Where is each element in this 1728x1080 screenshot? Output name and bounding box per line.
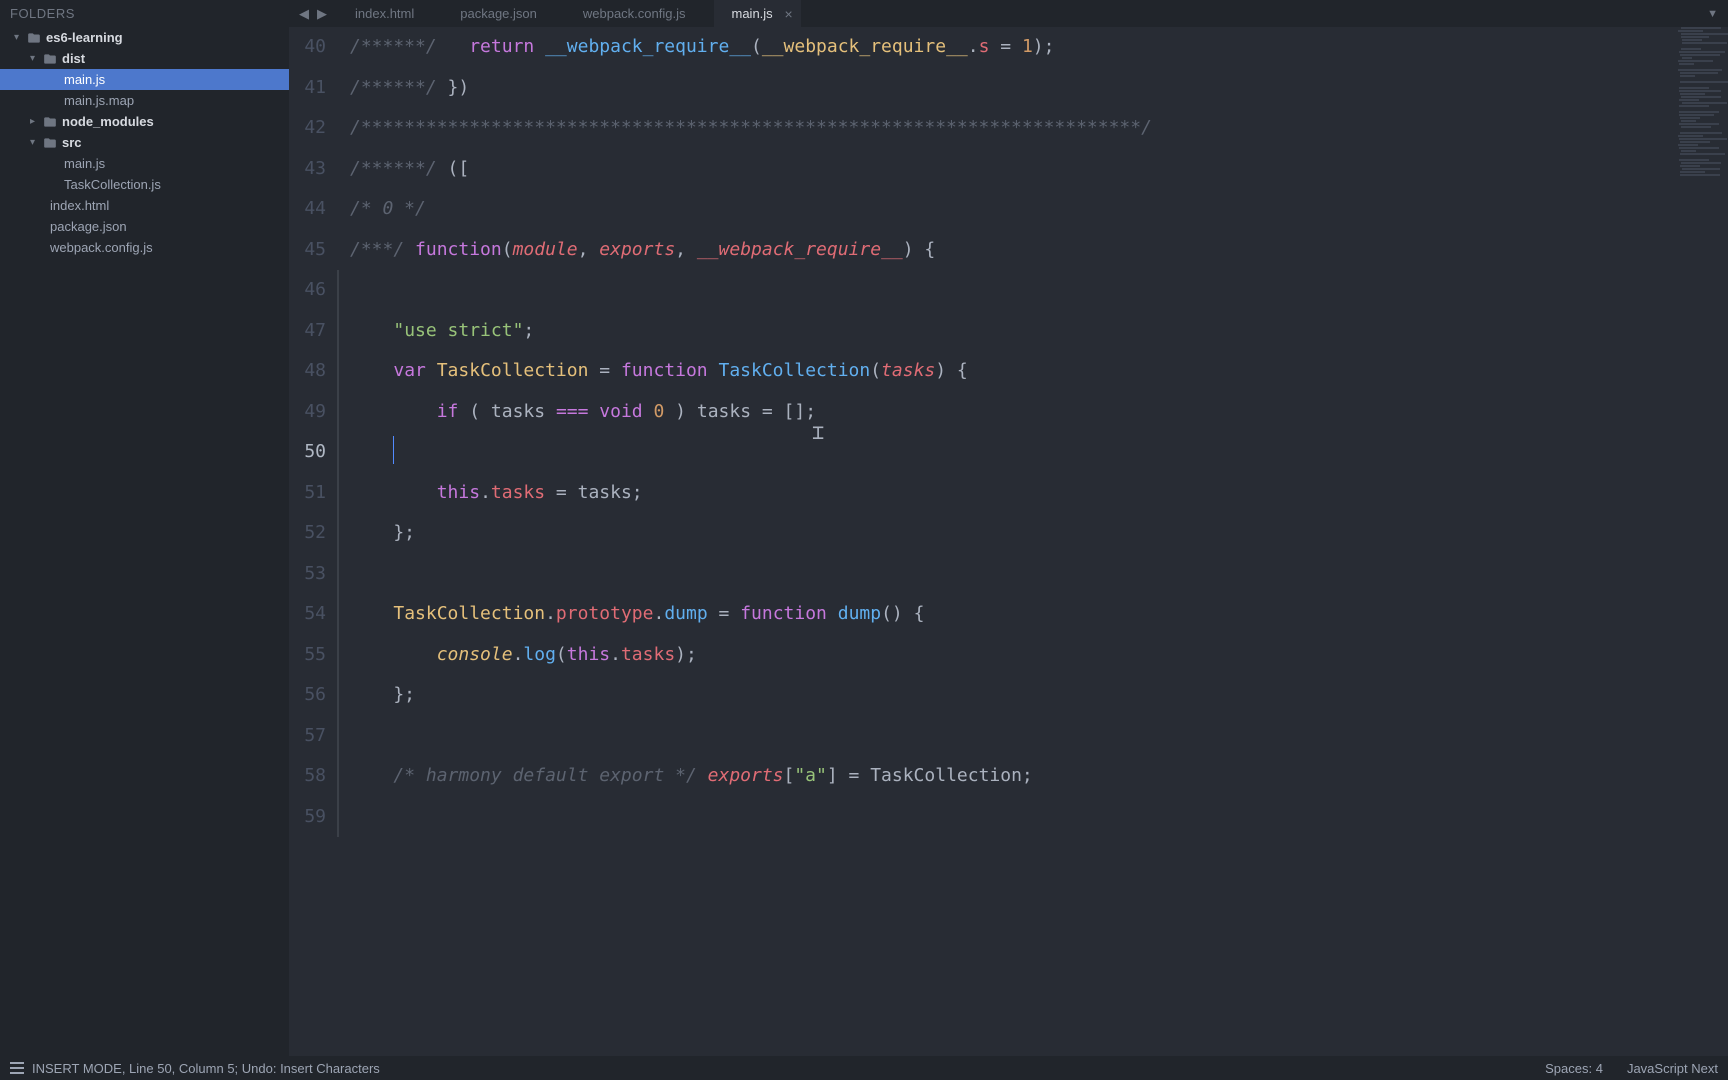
chevron-down-icon[interactable]: ▾ xyxy=(30,137,42,148)
tab-index-html[interactable]: index.html× xyxy=(337,0,442,27)
line-number: 43 xyxy=(289,149,332,190)
code-line[interactable]: if ( tasks === void 0 ) tasks = []; xyxy=(350,392,1728,433)
code-line[interactable]: /***************************************… xyxy=(350,108,1728,149)
tab-label: index.html xyxy=(355,6,414,21)
folder-icon xyxy=(42,52,58,66)
line-number: 59 xyxy=(289,797,332,838)
tree-label: main.js xyxy=(64,156,105,171)
tree-label: node_modules xyxy=(62,114,154,129)
tree-label: es6-learning xyxy=(46,30,123,45)
code-line[interactable]: /***/ function(module, exports, __webpac… xyxy=(350,230,1728,271)
folder-item[interactable]: ▾ dist xyxy=(0,48,289,69)
file-item[interactable]: index.html xyxy=(0,195,289,216)
status-left-text: INSERT MODE, Line 50, Column 5; Undo: In… xyxy=(32,1061,380,1076)
tree-label: TaskCollection.js xyxy=(64,177,161,192)
code-line[interactable]: /******/ }) xyxy=(350,68,1728,109)
sidebar-title: FOLDERS xyxy=(0,0,289,27)
nav-forward-icon[interactable]: ▶ xyxy=(317,6,327,22)
line-number: 44 xyxy=(289,189,332,230)
tree-label: main.js.map xyxy=(64,93,134,108)
chevron-down-icon[interactable]: ▾ xyxy=(30,53,42,64)
code-line[interactable]: TaskCollection.prototype.dump = function… xyxy=(350,594,1728,635)
tab-webpack-config-js[interactable]: webpack.config.js× xyxy=(565,0,714,27)
line-number: 57 xyxy=(289,716,332,757)
line-number: 58 xyxy=(289,756,332,797)
chevron-right-icon[interactable]: ▸ xyxy=(30,116,42,127)
tab-overflow-icon[interactable]: ▼ xyxy=(1697,0,1728,27)
line-number: 46 xyxy=(289,270,332,311)
code-editor[interactable]: 4041424344454647484950515253545556575859… xyxy=(289,27,1728,1056)
sidebar: FOLDERS ▾ es6-learning ▾ dist main.js main.js… xyxy=(0,0,289,1056)
code-line[interactable]: this.tasks = tasks; xyxy=(350,473,1728,514)
tab-nav: ◀ ▶ xyxy=(289,0,337,27)
line-number: 51 xyxy=(289,473,332,514)
line-number: 42 xyxy=(289,108,332,149)
tree-label: src xyxy=(62,135,82,150)
code-line[interactable] xyxy=(350,432,1728,473)
file-tree: ▾ es6-learning ▾ dist main.js main.js.map ▸ nod… xyxy=(0,27,289,258)
editor-zone: ◀ ▶ index.html×package.json×webpack.conf… xyxy=(289,0,1728,1056)
status-bar: INSERT MODE, Line 50, Column 5; Undo: In… xyxy=(0,1056,1728,1080)
tab-label: main.js xyxy=(732,6,773,21)
code-line[interactable] xyxy=(350,797,1728,838)
line-number: 56 xyxy=(289,675,332,716)
file-item[interactable]: main.js xyxy=(0,153,289,174)
code-line[interactable]: /******/ return __webpack_require__(__we… xyxy=(350,27,1728,68)
code-line[interactable]: }; xyxy=(350,675,1728,716)
file-item[interactable]: main.js xyxy=(0,69,289,90)
tree-label: index.html xyxy=(50,198,109,213)
line-number: 45 xyxy=(289,230,332,271)
tree-label: dist xyxy=(62,51,85,66)
code-line[interactable]: }; xyxy=(350,513,1728,554)
code-line[interactable]: /* 0 */ xyxy=(350,189,1728,230)
tree-label: main.js xyxy=(64,72,105,87)
status-spaces[interactable]: Spaces: 4 xyxy=(1545,1061,1603,1076)
tab-bar: ◀ ▶ index.html×package.json×webpack.conf… xyxy=(289,0,1728,27)
tree-label: webpack.config.js xyxy=(50,240,153,255)
menu-icon[interactable] xyxy=(10,1062,24,1074)
code-line[interactable] xyxy=(350,554,1728,595)
code-line[interactable] xyxy=(350,270,1728,311)
code-line[interactable]: /******/ ([ xyxy=(350,149,1728,190)
nav-back-icon[interactable]: ◀ xyxy=(299,6,309,22)
minimap[interactable] xyxy=(1676,27,1728,227)
folder-item[interactable]: ▾ src xyxy=(0,132,289,153)
file-item[interactable]: TaskCollection.js xyxy=(0,174,289,195)
line-number: 47 xyxy=(289,311,332,352)
code-line[interactable]: /* harmony default export */ exports["a"… xyxy=(350,756,1728,797)
folder-item[interactable]: ▾ es6-learning xyxy=(0,27,289,48)
tree-label: package.json xyxy=(50,219,127,234)
tab-label: package.json xyxy=(460,6,537,21)
file-item[interactable]: main.js.map xyxy=(0,90,289,111)
close-icon[interactable]: × xyxy=(785,7,793,21)
line-number: 53 xyxy=(289,554,332,595)
code-line[interactable]: var TaskCollection = function TaskCollec… xyxy=(350,351,1728,392)
file-item[interactable]: webpack.config.js xyxy=(0,237,289,258)
code-line[interactable]: console.log(this.tasks); xyxy=(350,635,1728,676)
code-line[interactable]: "use strict"; xyxy=(350,311,1728,352)
code-area[interactable]: /******/ return __webpack_require__(__we… xyxy=(340,27,1728,1056)
status-syntax[interactable]: JavaScript Next xyxy=(1627,1061,1718,1076)
file-item[interactable]: package.json xyxy=(0,216,289,237)
line-number: 50 xyxy=(289,432,332,473)
folder-icon xyxy=(26,31,42,45)
text-cursor xyxy=(393,436,394,464)
folder-icon xyxy=(42,115,58,129)
tab-package-json[interactable]: package.json× xyxy=(442,0,565,27)
code-line[interactable] xyxy=(350,716,1728,757)
gutter: 4041424344454647484950515253545556575859 xyxy=(289,27,337,1056)
line-number: 55 xyxy=(289,635,332,676)
line-number: 48 xyxy=(289,351,332,392)
line-number: 52 xyxy=(289,513,332,554)
folder-icon xyxy=(42,136,58,150)
folder-item[interactable]: ▸ node_modules xyxy=(0,111,289,132)
line-number: 41 xyxy=(289,68,332,109)
tab-label: webpack.config.js xyxy=(583,6,686,21)
line-number: 40 xyxy=(289,27,332,68)
line-number: 49 xyxy=(289,392,332,433)
tab-main-js[interactable]: main.js × xyxy=(714,0,801,27)
chevron-down-icon[interactable]: ▾ xyxy=(14,32,26,43)
line-number: 54 xyxy=(289,594,332,635)
